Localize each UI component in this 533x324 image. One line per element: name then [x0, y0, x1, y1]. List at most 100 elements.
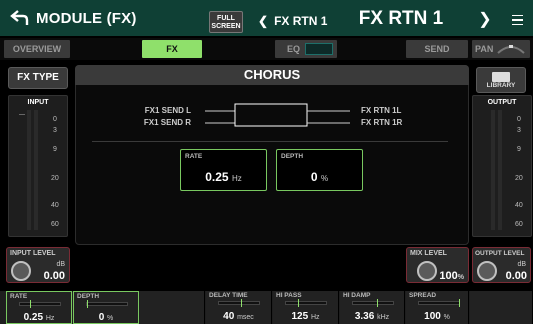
back-arrow-icon	[10, 10, 29, 25]
mix-level-label: MIX LEVEL	[410, 250, 447, 257]
input-level-value: 0.00	[43, 270, 65, 282]
folder-icon	[492, 72, 510, 82]
param-cell-value: 0	[98, 312, 105, 323]
channel-name: FX RTN 1	[358, 8, 444, 29]
output-scale-3: 3	[517, 127, 521, 134]
param-cell-value: 0.25	[23, 312, 44, 323]
param-cell[interactable]: DEPTH 0 %	[73, 291, 139, 324]
input-scale-20: 20	[51, 175, 59, 182]
param-level-indicator	[418, 299, 460, 307]
input-meter-bar-l	[27, 110, 31, 230]
input-scale-0: 0	[53, 116, 57, 123]
page-title: MODULE (FX)	[36, 10, 137, 27]
routing-out-r: FX RTN 1R	[361, 118, 403, 127]
library-label: LIBRARY	[486, 82, 516, 89]
param-cell	[140, 291, 205, 324]
param-level-marker	[377, 299, 378, 307]
routing-in-l: FX1 SEND L	[144, 106, 191, 115]
rate-param[interactable]: RATE 0.25 Hz	[180, 149, 267, 191]
routing-out-l: FX RTN 1L	[361, 106, 402, 115]
tab-pan-label: PAN	[475, 44, 494, 54]
param-cell[interactable]: HI PASS 125 Hz	[273, 291, 339, 324]
param-cell-unit: Hz	[45, 315, 55, 322]
output-level-knob-box[interactable]: OUTPUT LEVEL dB 0.00	[472, 247, 531, 283]
output-scale-40: 40	[515, 202, 523, 209]
output-meter-bar-r	[498, 110, 502, 230]
param-level-marker	[30, 300, 31, 308]
depth-unit: %	[320, 174, 329, 183]
input-scale-40: 40	[51, 202, 59, 209]
rate-label: RATE	[185, 153, 203, 160]
prev-channel-button[interactable]: ❮ FX RTN 1	[250, 10, 340, 32]
param-cell-label: DELAY TIME	[209, 292, 248, 299]
tab-send[interactable]: SEND	[406, 40, 468, 58]
output-meter-bar-l	[491, 110, 495, 230]
input-level-knob-box[interactable]: INPUT LEVEL dB 0.00	[6, 247, 70, 283]
param-cell[interactable]: HI DAMP 3.36 kHz	[340, 291, 405, 324]
output-meter: OUTPUT 0 3 9 20 40 60	[472, 95, 532, 237]
full-screen-label-1: FULL	[217, 15, 235, 22]
param-level-indicator	[352, 299, 394, 307]
routing-outputs: FX RTN 1L FX RTN 1R	[361, 105, 402, 129]
hamburger-menu-icon[interactable]	[505, 8, 529, 32]
depth-param[interactable]: DEPTH 0 %	[276, 149, 363, 191]
output-scale-0: 0	[517, 116, 521, 123]
routing-diagram	[205, 103, 350, 127]
pan-arc-icon	[497, 45, 525, 54]
output-level-knob[interactable]	[477, 261, 497, 281]
param-cell[interactable]: RATE 0.25 Hz	[6, 291, 72, 324]
param-level-marker	[241, 299, 242, 307]
param-cell-unit: kHz	[377, 314, 390, 321]
tab-pan[interactable]: PAN	[472, 40, 530, 58]
input-level-knob[interactable]	[11, 261, 31, 281]
param-cell-value-row: 125 Hz	[273, 311, 338, 322]
chevron-left-icon: ❮	[258, 14, 269, 28]
next-channel-button[interactable]: ❯	[470, 8, 500, 32]
param-cell	[470, 291, 533, 324]
fx-panel	[75, 65, 469, 245]
tab-fx[interactable]: FX	[142, 40, 202, 58]
param-cell-label: SPREAD	[409, 292, 437, 299]
rate-value: 0.25	[205, 170, 229, 184]
output-scale-9: 9	[517, 146, 521, 153]
depth-value-row: 0 %	[277, 170, 362, 184]
input-meter: INPUT 0 3 9 20 40 60	[8, 95, 68, 237]
param-level-indicator	[285, 299, 327, 307]
param-level-indicator	[86, 300, 128, 308]
param-level-indicator	[19, 300, 61, 308]
param-cell-label: HI PASS	[276, 292, 302, 299]
param-cell[interactable]: SPREAD 100 %	[406, 291, 469, 324]
param-cell-unit: %	[443, 314, 450, 321]
tab-overview[interactable]: OVERVIEW	[4, 40, 70, 58]
param-cell-value-row: 0 %	[74, 312, 138, 323]
param-cell-value-row: 100 %	[406, 311, 468, 322]
back-button[interactable]	[8, 6, 32, 30]
param-cell-unit: msec	[237, 314, 254, 321]
tab-eq[interactable]: EQ	[275, 40, 337, 58]
mix-level-knob-box[interactable]: MIX LEVEL 100%	[406, 247, 469, 283]
mix-level-value: 100	[439, 270, 458, 282]
input-meter-label: INPUT	[27, 99, 49, 106]
output-scale-60: 60	[515, 221, 523, 228]
effect-name: CHORUS	[75, 65, 469, 85]
full-screen-button[interactable]: FULL SCREEN	[209, 11, 243, 33]
fx-type-button[interactable]: FX TYPE	[8, 67, 68, 89]
param-level-marker	[298, 299, 299, 307]
eq-curve-icon	[305, 43, 333, 55]
depth-label: DEPTH	[281, 153, 304, 160]
param-cell-value: 100	[424, 311, 441, 322]
input-scale-3: 3	[53, 127, 57, 134]
depth-value: 0	[310, 170, 318, 184]
mix-level-value-row: 100%	[439, 270, 464, 282]
library-button[interactable]: LIBRARY	[476, 67, 526, 93]
input-scale-60: 60	[51, 221, 59, 228]
param-cell[interactable]: DELAY TIME 40 msec	[206, 291, 272, 324]
output-level-value: 0.00	[505, 270, 527, 282]
divider	[92, 141, 448, 142]
input-scale-9: 9	[53, 146, 57, 153]
rate-value-row: 0.25 Hz	[181, 170, 266, 184]
mix-level-knob[interactable]	[417, 261, 437, 281]
param-cell-value-row: 0.25 Hz	[7, 312, 71, 323]
param-cell-label: HI DAMP	[343, 292, 371, 299]
chevron-right-icon: ❯	[478, 11, 492, 28]
